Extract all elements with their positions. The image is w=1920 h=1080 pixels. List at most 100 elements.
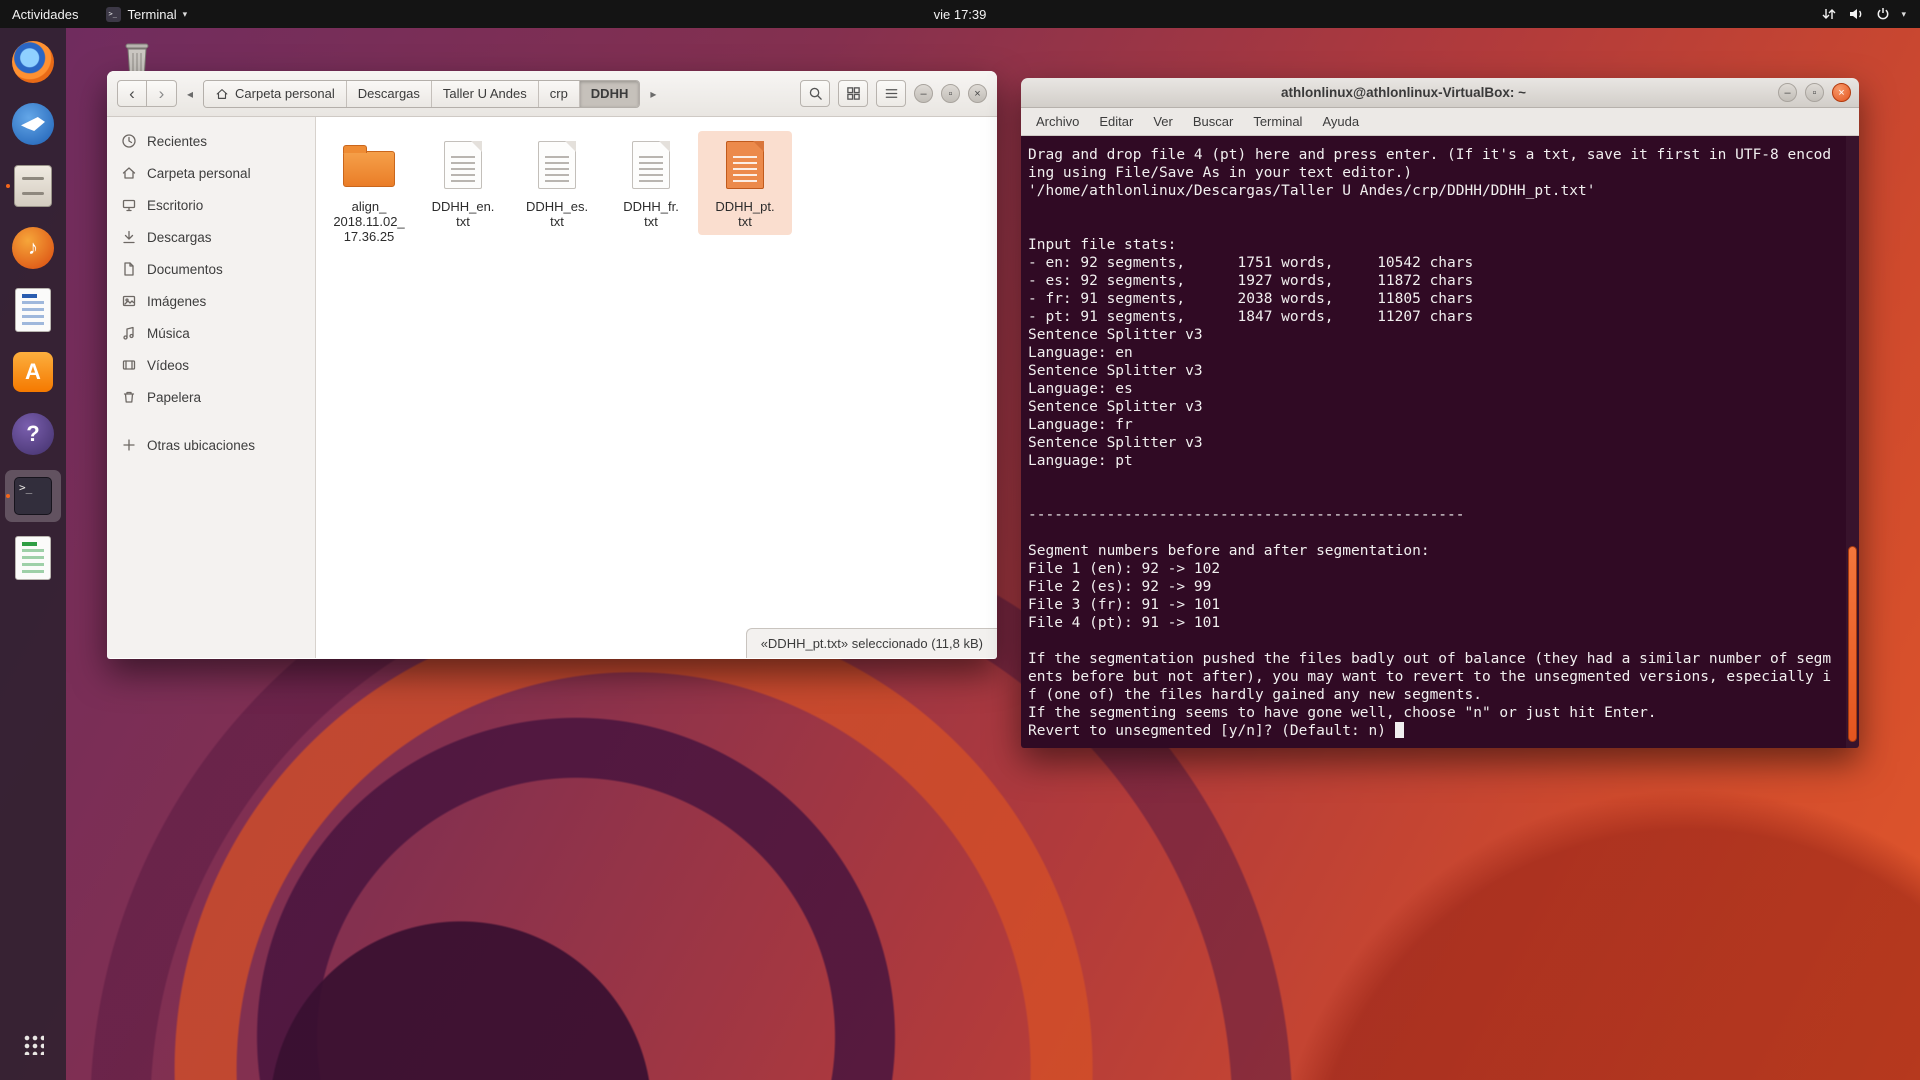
show-applications-button[interactable] xyxy=(5,1018,61,1070)
download-icon xyxy=(121,229,137,245)
file-item-ddhh-fr[interactable]: DDHH_fr. txt xyxy=(604,131,698,235)
sidebar-item-papelera[interactable]: Papelera xyxy=(107,381,315,413)
music-icon xyxy=(121,325,137,341)
show-applications-icon xyxy=(22,1033,44,1055)
file-manager-toolbar[interactable]: ‹ › ◂ Carpeta personal Descargas Taller … xyxy=(107,71,997,117)
video-icon xyxy=(121,357,137,373)
sidebar-item-carpeta-personal[interactable]: Carpeta personal xyxy=(107,157,315,189)
search-icon xyxy=(808,86,823,101)
activities-button[interactable]: Actividades xyxy=(0,0,90,28)
breadcrumb-taller-u-andes[interactable]: Taller U Andes xyxy=(431,81,538,107)
scrollbar-thumb[interactable] xyxy=(1848,546,1857,742)
plus-icon xyxy=(121,437,137,453)
terminal-output[interactable]: Drag and drop file 4 (pt) here and press… xyxy=(1021,136,1859,748)
sidebar-item-otras-ubicaciones[interactable]: Otras ubicaciones xyxy=(107,429,315,461)
terminal-titlebar[interactable]: athlonlinux@athlonlinux-VirtualBox: ~ – … xyxy=(1021,78,1859,108)
terminal-title: athlonlinux@athlonlinux-VirtualBox: ~ xyxy=(1029,85,1778,100)
path-scroll-left-icon[interactable]: ◂ xyxy=(185,87,195,101)
text-file-icon xyxy=(632,141,670,189)
dock-item-terminal[interactable]: >_ xyxy=(5,470,61,522)
menu-button[interactable] xyxy=(876,80,906,107)
sidebar-item-escritorio[interactable]: Escritorio xyxy=(107,189,315,221)
dock-item-firefox[interactable] xyxy=(5,36,61,88)
menu-terminal[interactable]: Terminal xyxy=(1244,110,1311,133)
menu-ver[interactable]: Ver xyxy=(1144,110,1182,133)
close-button[interactable]: × xyxy=(1832,83,1851,102)
file-label: DDHH_es. txt xyxy=(526,199,588,229)
grid-view-icon xyxy=(846,86,861,101)
help-icon: ? xyxy=(12,413,54,455)
file-grid[interactable]: align_ 2018.11.02_ 17.36.25 DDHH_en. txt… xyxy=(316,117,997,658)
sidebar-item-imagenes[interactable]: Imágenes xyxy=(107,285,315,317)
dock-item-help[interactable]: ? xyxy=(5,408,61,460)
breadcrumb-ddhh[interactable]: DDHH xyxy=(579,81,640,107)
maximize-button[interactable]: ▫ xyxy=(941,84,960,103)
back-button[interactable]: ‹ xyxy=(117,80,147,107)
menu-buscar[interactable]: Buscar xyxy=(1184,110,1242,133)
breadcrumb-home[interactable]: Carpeta personal xyxy=(204,81,346,107)
forward-button[interactable]: › xyxy=(147,80,177,107)
hamburger-icon xyxy=(884,86,899,101)
dock-item-libreoffice-writer[interactable] xyxy=(5,284,61,336)
network-icon xyxy=(1821,7,1837,21)
menu-archivo[interactable]: Archivo xyxy=(1027,110,1088,133)
sidebar-item-descargas[interactable]: Descargas xyxy=(107,221,315,253)
desktop-icon xyxy=(121,197,137,213)
terminal-text: Drag and drop file 4 (pt) here and press… xyxy=(1028,147,1831,739)
search-button[interactable] xyxy=(800,80,830,107)
file-label: DDHH_fr. txt xyxy=(623,199,679,229)
file-item-ddhh-en[interactable]: DDHH_en. txt xyxy=(416,131,510,235)
file-item-align-folder[interactable]: align_ 2018.11.02_ 17.36.25 xyxy=(322,131,416,250)
dock-item-thunderbird[interactable] xyxy=(5,98,61,150)
system-indicators[interactable]: ▾ xyxy=(1821,0,1920,28)
dock-item-files[interactable] xyxy=(5,160,61,212)
running-indicator xyxy=(6,184,10,188)
image-icon xyxy=(121,293,137,309)
breadcrumb-crp[interactable]: crp xyxy=(538,81,579,107)
dock-item-rhythmbox[interactable]: ♪ xyxy=(5,222,61,274)
power-icon xyxy=(1876,7,1890,21)
breadcrumb: Carpeta personal Descargas Taller U Ande… xyxy=(203,80,640,108)
sidebar-item-videos[interactable]: Vídeos xyxy=(107,349,315,381)
sidebar-item-documentos[interactable]: Documentos xyxy=(107,253,315,285)
maximize-button[interactable]: ▫ xyxy=(1805,83,1824,102)
sidebar-item-recientes[interactable]: Recientes xyxy=(107,125,315,157)
app-menu[interactable]: >_ Terminal ▾ xyxy=(94,0,199,28)
path-scroll-right-icon[interactable]: ▸ xyxy=(648,87,658,101)
menu-editar[interactable]: Editar xyxy=(1090,110,1142,133)
libreoffice-writer-icon xyxy=(15,288,51,332)
libreoffice-calc-icon xyxy=(15,536,51,580)
file-label: align_ 2018.11.02_ 17.36.25 xyxy=(333,199,404,244)
file-item-ddhh-es[interactable]: DDHH_es. txt xyxy=(510,131,604,235)
terminal-menubar: Archivo Editar Ver Buscar Terminal Ayuda xyxy=(1021,108,1859,136)
close-button[interactable]: × xyxy=(968,84,987,103)
chevron-down-icon: ▾ xyxy=(183,9,188,20)
running-indicator xyxy=(6,494,10,498)
dock-item-ubuntu-software[interactable]: A xyxy=(5,346,61,398)
document-icon xyxy=(121,261,137,277)
text-file-icon xyxy=(538,141,576,189)
sidebar-item-musica[interactable]: Música xyxy=(107,317,315,349)
chevron-down-icon: ▾ xyxy=(1901,9,1906,20)
dock-item-libreoffice-calc[interactable] xyxy=(5,532,61,584)
terminal-window: athlonlinux@athlonlinux-VirtualBox: ~ – … xyxy=(1021,78,1859,748)
breadcrumb-descargas[interactable]: Descargas xyxy=(346,81,431,107)
rhythmbox-icon: ♪ xyxy=(12,227,54,269)
trash-icon xyxy=(121,389,137,405)
scrollbar-track[interactable] xyxy=(1846,136,1859,748)
minimize-button[interactable]: – xyxy=(1778,83,1797,102)
dock: ♪ A ? >_ xyxy=(0,28,66,1080)
terminal-icon: >_ xyxy=(14,477,52,515)
text-file-icon-selected xyxy=(726,141,764,189)
terminal-cursor xyxy=(1395,722,1404,738)
view-toggle-button[interactable] xyxy=(838,80,868,107)
minimize-button[interactable]: – xyxy=(914,84,933,103)
menu-ayuda[interactable]: Ayuda xyxy=(1313,110,1368,133)
app-menu-label: Terminal xyxy=(127,7,176,22)
file-item-ddhh-pt[interactable]: DDHH_pt. txt xyxy=(698,131,792,235)
terminal-mini-icon: >_ xyxy=(106,7,121,22)
firefox-icon xyxy=(12,41,54,83)
clock[interactable]: vie 17:39 xyxy=(924,0,997,28)
top-bar: Actividades >_ Terminal ▾ vie 17:39 ▾ xyxy=(0,0,1920,28)
file-label: DDHH_en. txt xyxy=(432,199,495,229)
